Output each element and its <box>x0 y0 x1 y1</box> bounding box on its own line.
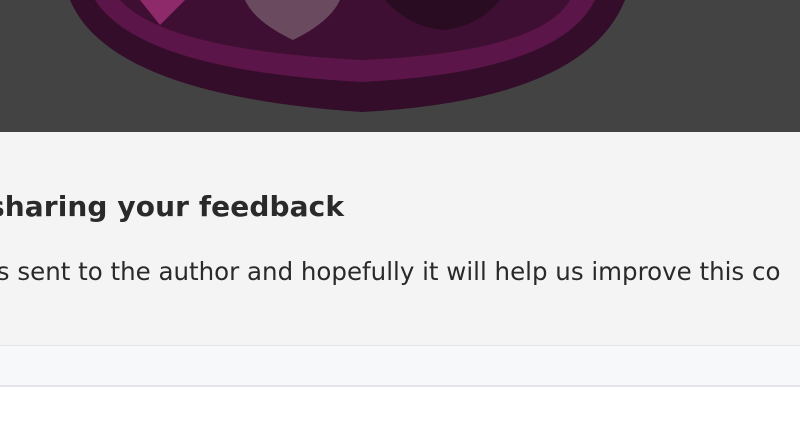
badge-emblem-icon <box>70 0 625 112</box>
banner-image <box>0 0 800 132</box>
feedback-message: is sent to the author and hopefully it w… <box>0 257 781 286</box>
feedback-panel: sharing your feedback is sent to the aut… <box>0 132 800 345</box>
feedback-heading: sharing your feedback <box>0 190 345 223</box>
footer-area <box>0 387 800 440</box>
footer-strip <box>0 346 800 385</box>
